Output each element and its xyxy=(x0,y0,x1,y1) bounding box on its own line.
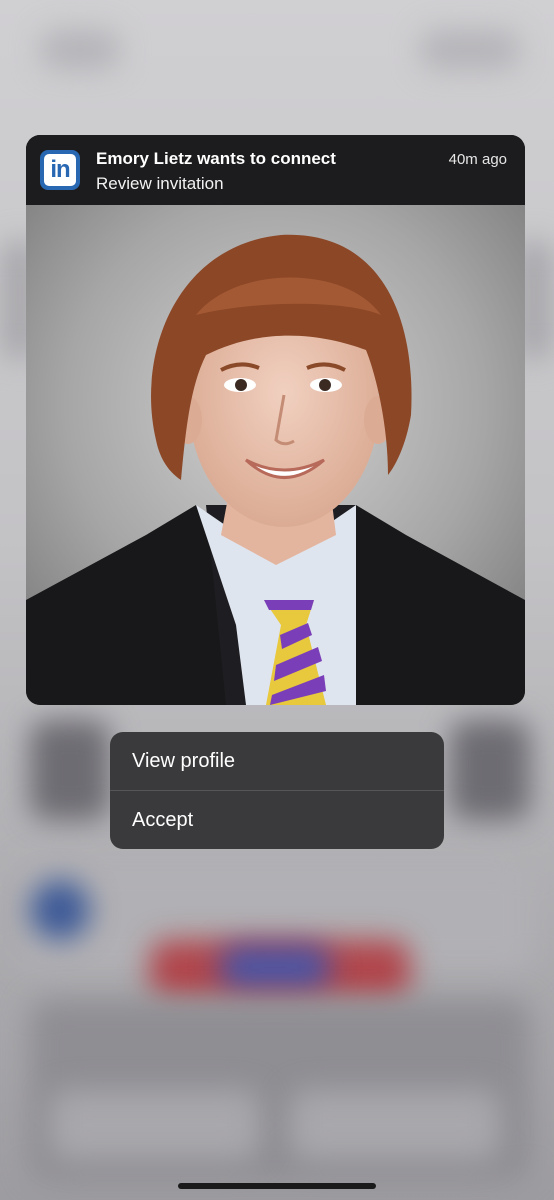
view-profile-button[interactable]: View profile xyxy=(110,732,444,790)
notification-time: 40m ago xyxy=(448,151,507,168)
notification-card[interactable]: in Emory Lietz wants to connect Review i… xyxy=(26,135,525,705)
accept-button[interactable]: Accept xyxy=(110,791,444,849)
notification-header: in Emory Lietz wants to connect Review i… xyxy=(26,135,525,205)
home-indicator[interactable] xyxy=(178,1183,376,1189)
linkedin-logo: in xyxy=(44,154,76,186)
action-menu: View profile Accept xyxy=(110,732,444,849)
notification-title: Emory Lietz wants to connect xyxy=(96,149,336,168)
linkedin-logo-text: in xyxy=(50,156,70,183)
linkedin-icon: in xyxy=(40,150,80,190)
profile-photo xyxy=(26,205,525,705)
notification-subtitle: Review invitation xyxy=(96,174,224,193)
